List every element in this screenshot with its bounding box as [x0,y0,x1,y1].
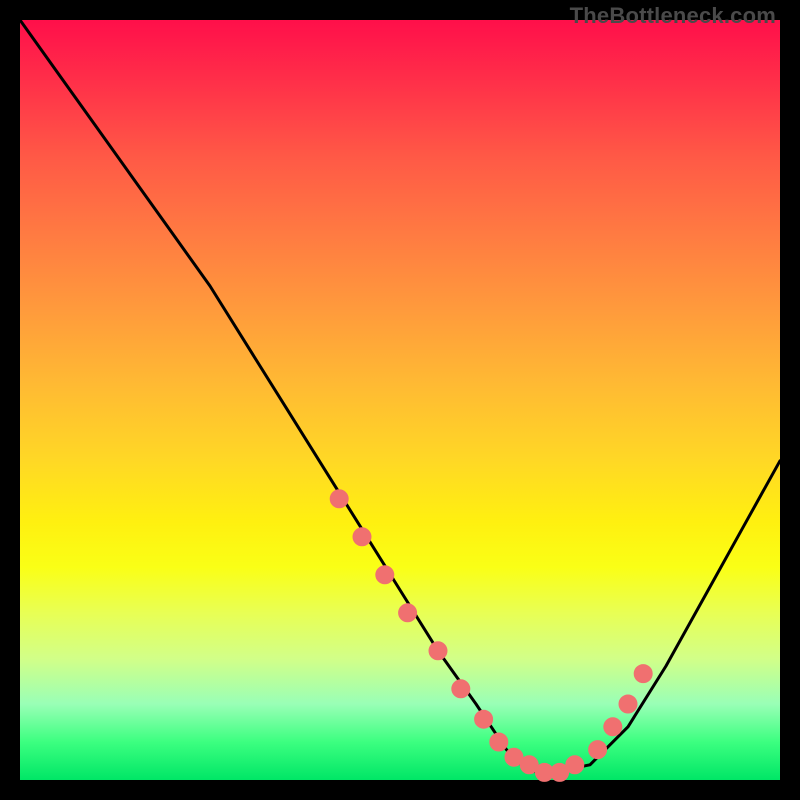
chart-gradient-area [20,20,780,780]
watermark-text: TheBottleneck.com [570,3,776,29]
chart-frame: TheBottleneck.com [0,0,800,800]
